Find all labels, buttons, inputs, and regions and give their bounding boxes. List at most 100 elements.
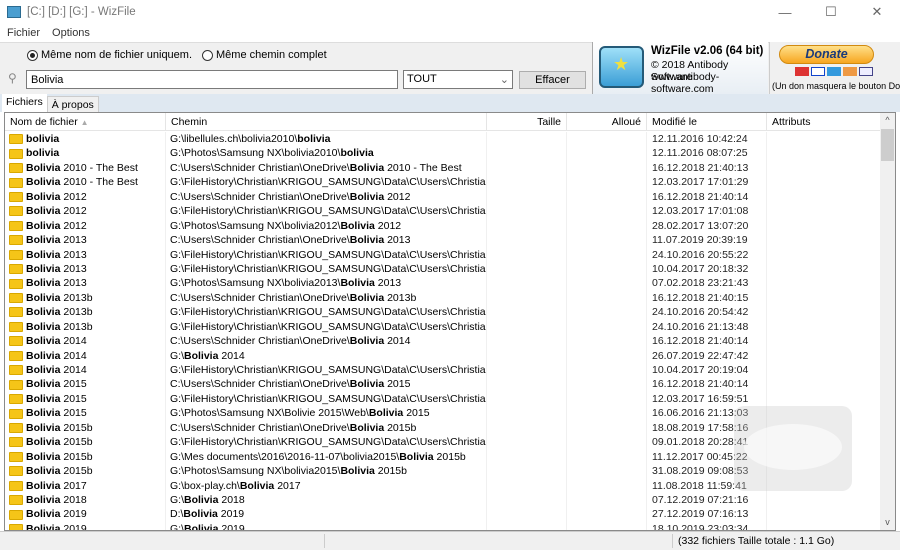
attributes-cell (767, 319, 881, 335)
path-match: Bolivia (340, 465, 375, 478)
path-cell: C:\Users\Schnider Christian\OneDrive\Bol… (166, 420, 487, 436)
name-cell: Bolivia 2019 (5, 521, 166, 530)
table-row[interactable]: Bolivia 2013 G:\FileHistory\Christian\KRI… (5, 247, 881, 262)
name-rest: 2013 (60, 234, 87, 247)
folder-icon (9, 235, 23, 246)
name-match: Bolivia (26, 508, 61, 521)
radio-same-filename[interactable]: Même nom de fichier uniquem. (27, 49, 192, 61)
path-cell: G:\FileHistory\Christian\KRIGOU_SAMSUNG\… (166, 435, 487, 450)
table-row[interactable]: Bolivia 2012 G:\FileHistory\Christian\KRI… (5, 204, 881, 219)
column-header-modified[interactable]: Modifié le (647, 113, 767, 131)
allocated-cell (567, 146, 647, 161)
attributes-cell (767, 391, 881, 407)
table-row[interactable]: Bolivia 2014 C:\Users\Schnider Christian\… (5, 334, 881, 349)
radio-same-fullpath[interactable]: Même chemin complet (202, 49, 327, 61)
table-row[interactable]: Bolivia 2013 G:\Photos\Samsung NX\bolivia… (5, 276, 881, 291)
name-cell: Bolivia 2015b (5, 435, 166, 450)
close-button[interactable]: ✕ (854, 0, 900, 24)
folder-icon (9, 509, 23, 520)
table-row[interactable]: Bolivia 2010 - The Best G:\FileHistory\Ch… (5, 175, 881, 190)
name-match: Bolivia (26, 262, 61, 275)
table-row[interactable]: Bolivia 2012 C:\Users\Schnider Christian\… (5, 189, 881, 205)
name-rest: 2015b (60, 421, 93, 434)
path-cell: G:\FileHistory\Christian\KRIGOU_SAMSUNG\… (166, 247, 487, 262)
name-cell: bolivia (5, 146, 166, 161)
size-cell (487, 449, 567, 465)
menu-fichier[interactable]: Fichier (7, 27, 40, 39)
path-rest: 2019 (217, 508, 245, 521)
website-link[interactable]: www.antibody-software.com (651, 71, 768, 95)
column-header-name[interactable]: Nom de fichier ▲ (5, 113, 166, 131)
donate-button[interactable]: Donate (779, 45, 874, 64)
path-rest: 2012 (374, 219, 402, 232)
tab-fichiers[interactable]: Fichiers (2, 94, 47, 112)
folder-icon (9, 365, 23, 376)
table-row[interactable]: Bolivia 2014 G:\Bolivia 2014 26.07.2019 22… (5, 348, 881, 363)
table-row[interactable]: Bolivia 2013b G:\FileHistory\Christian\KR… (5, 319, 881, 335)
scroll-thumb[interactable] (881, 129, 894, 161)
table-row[interactable]: bolivia G:\Photos\Samsung NX\bolivia2010\… (5, 146, 881, 161)
name-match: Bolivia (26, 205, 61, 218)
attributes-cell (767, 132, 881, 147)
modified-cell: 12.03.2017 17:01:08 (647, 204, 767, 219)
file-name: Bolivia 2015 (26, 392, 87, 406)
size-cell (487, 334, 567, 349)
table-row[interactable]: Bolivia 2010 - The Best C:\Users\Schnider… (5, 160, 881, 176)
table-row[interactable]: Bolivia 2015 G:\FileHistory\Christian\KRI… (5, 391, 881, 407)
table-row[interactable]: Bolivia 2019 D:\Bolivia 2019 27.12.2019 07… (5, 507, 881, 522)
path-prefix: G:\box-play.ch\ (170, 479, 240, 492)
size-cell (487, 204, 567, 219)
path-prefix: G:\FileHistory\Christian\KRIGOU_SAMSUNG\… (170, 392, 486, 405)
filter-dropdown[interactable]: TOUT ⌄ (403, 70, 513, 89)
allocated-cell (567, 290, 647, 306)
name-rest: 2014 (60, 349, 87, 362)
menu-options[interactable]: Options (52, 27, 90, 39)
path-rest: 2017 (274, 479, 301, 492)
file-name: Bolivia 2013 (26, 262, 87, 276)
column-header-attributes[interactable]: Attributs (767, 113, 881, 131)
column-header-allocated[interactable]: Alloué (567, 113, 647, 131)
clear-button[interactable]: Effacer (519, 71, 586, 89)
path-prefix: G:\Photos\Samsung NX\bolivia2010\ (170, 147, 341, 160)
path-cell: G:\Photos\Samsung NX\Bolivie 2015\Web\Bo… (166, 406, 487, 421)
path-match: Bolivia (184, 493, 219, 506)
minimize-button[interactable]: — (762, 0, 808, 24)
file-name: Bolivia 2015b (26, 421, 93, 435)
column-header-size[interactable]: Taille (487, 113, 567, 131)
status-bar: (332 fichiers Taille totale : 1.1 Go) (0, 531, 900, 550)
name-match: Bolivia (26, 248, 61, 261)
path-match: Bolivia (340, 219, 375, 232)
table-row[interactable]: Bolivia 2014 G:\FileHistory\Christian\KRI… (5, 363, 881, 378)
name-match: Bolivia (26, 234, 61, 247)
modified-cell: 18.10.2019 23:03:34 (647, 521, 767, 530)
table-row[interactable]: Bolivia 2013b C:\Users\Schnider Christian… (5, 290, 881, 306)
size-cell (487, 507, 567, 522)
file-name: Bolivia 2013b (26, 305, 93, 319)
size-cell (487, 363, 567, 378)
table-row[interactable]: Bolivia 2019 G:\Bolivia 2019 18.10.2019 23… (5, 521, 881, 531)
maximize-button[interactable]: ☐ (808, 0, 854, 24)
scroll-up-icon[interactable]: ^ (880, 113, 895, 128)
column-header-path[interactable]: Chemin (166, 113, 487, 131)
table-row[interactable]: Bolivia 2015 C:\Users\Schnider Christian\… (5, 377, 881, 392)
vertical-scrollbar[interactable]: ^ v (880, 113, 895, 530)
table-row[interactable]: Bolivia 2012 G:\Photos\Samsung NX\bolivia… (5, 218, 881, 234)
name-rest: 2015 (60, 407, 87, 420)
scroll-down-icon[interactable]: v (880, 515, 895, 530)
tab-a-propos[interactable]: À propos (46, 96, 99, 112)
folder-icon (9, 163, 23, 174)
table-row[interactable]: Bolivia 2013 C:\Users\Schnider Christian\… (5, 233, 881, 248)
file-name: Bolivia 2017 (26, 479, 87, 493)
name-cell: Bolivia 2012 (5, 189, 166, 205)
modified-cell: 07.02.2018 23:21:43 (647, 276, 767, 291)
table-row[interactable]: Bolivia 2013b G:\FileHistory\Christian\KR… (5, 305, 881, 320)
size-cell (487, 247, 567, 262)
path-match: Bolivia (349, 421, 385, 434)
path-prefix: G:\ (170, 522, 185, 531)
search-input[interactable] (26, 70, 398, 89)
attributes-cell (767, 507, 881, 522)
table-row[interactable]: Bolivia 2018 G:\Bolivia 2018 07.12.2019 07… (5, 492, 881, 508)
name-match: Bolivia (26, 306, 61, 319)
table-row[interactable]: bolivia G:\libellules.ch\bolivia2010\boli… (5, 132, 881, 147)
table-row[interactable]: Bolivia 2013 G:\FileHistory\Christian\KRI… (5, 261, 881, 277)
